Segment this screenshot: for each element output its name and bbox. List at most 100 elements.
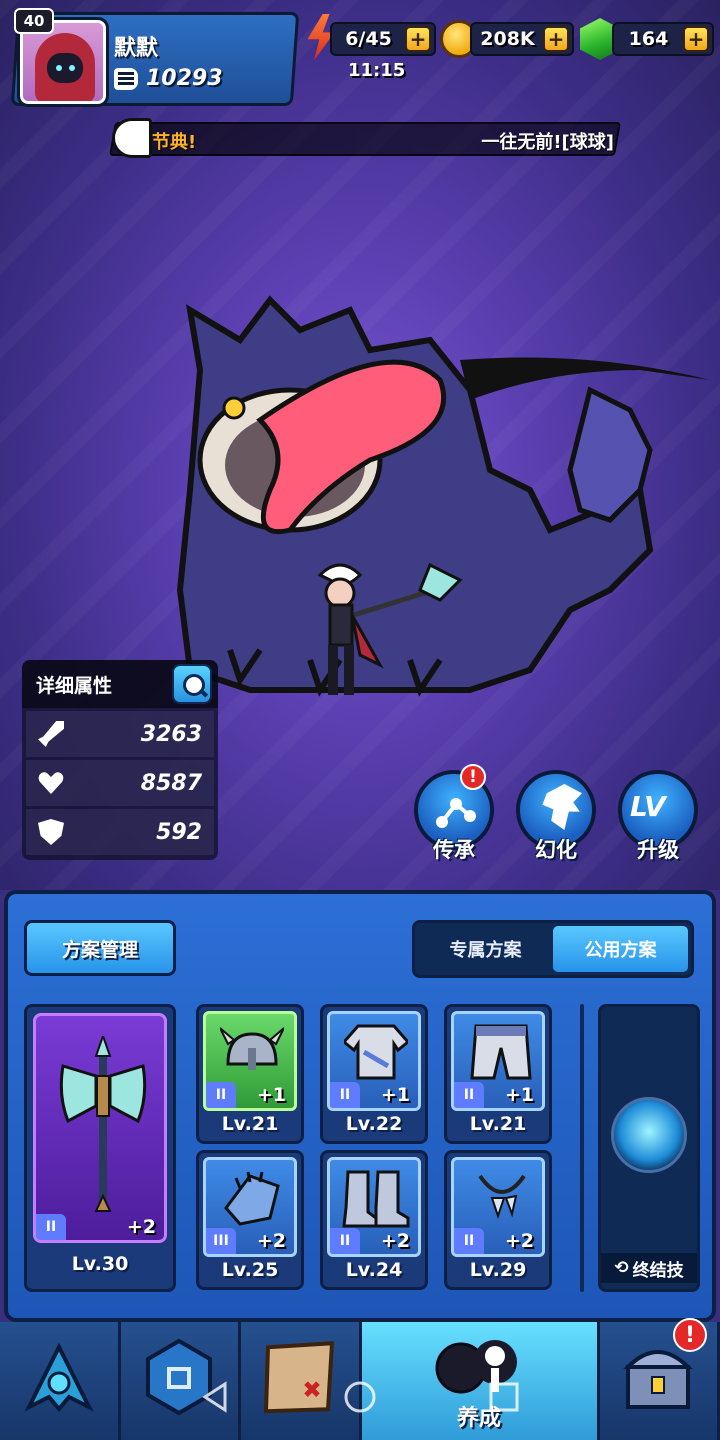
necklace-card[interactable]: II +2 [451,1157,545,1257]
scheme-tabs: 专属方案 公用方案 [412,920,694,978]
gem-value: 164 [628,28,669,50]
weapon-grade: II [36,1214,66,1240]
stats-header: 详细属性 [22,660,218,708]
necklace-enhance: +2 [504,1230,534,1252]
weapon-card[interactable]: II +2 [33,1013,167,1243]
armor-grade: II [330,1082,360,1108]
tab-shared-scheme[interactable]: 公用方案 [553,926,688,972]
equipment-panel: 方案管理 专属方案 公用方案 II +2 Lv.30 II +1 Lv.21 I… [4,890,716,1322]
phantom-button[interactable]: 幻化 [514,770,598,862]
add-coins-button[interactable]: + [543,26,569,52]
player-level-badge: 40 [14,8,54,34]
energy-timer: 11:15 [348,60,406,81]
gauntlet-icon [224,1171,280,1226]
health-value: 8587 [140,770,202,796]
shop-alert-badge: ! [673,1318,707,1352]
pants-card[interactable]: II +1 [451,1011,545,1111]
helmet-slot[interactable]: II +1 Lv.21 [196,1004,304,1144]
gauntlet-slot[interactable]: III +2 Lv.25 [196,1150,304,1290]
health-stat-row: 8587 [26,760,214,806]
nav-train-tab[interactable]: 养成 [361,1322,600,1440]
coin-value: 208K [480,28,535,50]
defense-value: 592 [156,819,202,845]
link-nodes-icon [436,798,476,828]
nav-shop-tab[interactable]: ! [599,1318,720,1440]
armor-level: Lv.22 [345,1113,403,1135]
add-gems-button[interactable]: + [683,26,709,52]
boots-card[interactable]: II +2 [327,1157,421,1257]
scheme-management-button[interactable]: 方案管理 [24,920,176,976]
heart-icon [38,770,64,796]
boots-grade: II [330,1228,360,1254]
stats-title: 详细属性 [36,674,113,697]
fist-icon [114,67,138,90]
gauntlet-level: Lv.25 [221,1259,279,1281]
avatar-face [47,53,83,83]
helmet-level: Lv.21 [221,1113,279,1135]
pants-slot[interactable]: II +1 Lv.21 [444,1004,552,1144]
weapon-level: Lv.30 [71,1253,129,1275]
nav-train-label: 养成 [456,1406,501,1431]
boots-icon [342,1170,410,1228]
armor-slot[interactable]: II +1 Lv.22 [320,1004,428,1144]
necklace-icon [478,1174,526,1220]
stats-search-button[interactable] [172,664,212,704]
ultimate-skill-slot[interactable]: ⟲ 终结技 [598,1004,700,1292]
avatar-eye [56,65,62,71]
ultimate-label: 终结技 [632,1260,684,1281]
combat-power-value: 10293 [146,66,223,91]
helmet-enhance: +1 [256,1084,286,1106]
gauntlet-grade: III [206,1228,236,1254]
weapon-slot[interactable]: II +2 Lv.30 [24,1004,176,1292]
sword-icon [38,721,64,747]
energy-value: 6/45 [345,28,392,50]
panel-divider [580,1004,584,1292]
detailed-stats-panel: 详细属性 3263 8587 592 [22,660,218,860]
avatar-eye [69,65,75,71]
ultimate-label-bar: ⟲ 终结技 [601,1253,697,1283]
gem-counter: 164 + [612,22,714,56]
gauntlet-enhance: +2 [256,1230,286,1252]
pants-grade: II [454,1082,484,1108]
ticker-message: 一往无前![球球] [481,132,614,153]
phantom-label: 幻化 [535,838,577,862]
megaphone-icon [112,118,152,158]
necklace-slot[interactable]: II +2 Lv.29 [444,1150,552,1290]
helmet-icon [220,1027,284,1070]
coin-counter: 208K + [470,22,574,56]
attack-value: 3263 [140,721,202,747]
ticker-prefix: 节典! [152,132,197,153]
gauntlet-card[interactable]: III +2 [203,1157,297,1257]
pants-icon [470,1024,532,1080]
boots-slot[interactable]: II +2 Lv.24 [320,1150,428,1290]
axe-icon [59,1036,147,1212]
nav-hero-tab[interactable] [0,1322,121,1440]
player-name: 默默 [114,36,159,61]
armor-enhance: +1 [380,1084,410,1106]
hero-emblem-icon [24,1342,94,1413]
pants-enhance: +1 [504,1084,534,1106]
ultimate-orb-icon [611,1097,687,1173]
boots-level: Lv.24 [345,1259,403,1281]
upgrade-label: 升级 [637,838,679,862]
system-back-icon[interactable] [199,1380,233,1414]
combat-power: 10293 [114,66,223,91]
inherit-alert-badge: ! [460,764,486,790]
phantom-creature-icon [542,784,582,830]
armor-card[interactable]: II +1 [327,1011,421,1111]
add-energy-button[interactable]: + [405,26,431,52]
tab-exclusive-scheme[interactable]: 专属方案 [418,926,553,972]
weapon-enhance: +2 [126,1216,156,1238]
helmet-grade: II [206,1082,236,1108]
pants-level: Lv.21 [469,1113,527,1135]
inherit-button[interactable]: 传承 ! [412,764,496,862]
swap-icon: ⟲ [614,1258,629,1278]
upgrade-button[interactable]: LV 升级 [616,770,700,862]
helmet-card[interactable]: II +1 [203,1011,297,1111]
attack-stat-row: 3263 [26,711,214,757]
armor-icon [344,1024,408,1080]
level-up-icon: LV [630,790,666,823]
system-recents-icon[interactable] [487,1380,521,1414]
system-home-icon[interactable] [343,1380,377,1414]
necklace-level: Lv.29 [469,1259,527,1281]
